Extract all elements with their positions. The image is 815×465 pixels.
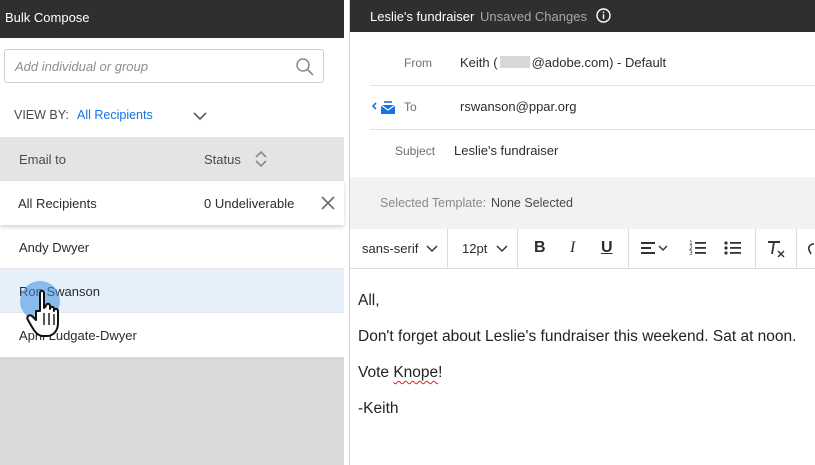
all-recipients-row[interactable]: All Recipients 0 Undeliverable <box>0 181 344 225</box>
message-body-editor[interactable]: All, Don't forget about Leslie's fundrai… <box>350 270 815 465</box>
underline-button[interactable]: U <box>601 239 613 257</box>
font-family-select[interactable]: sans-serif <box>350 229 445 269</box>
template-label: Selected Template: <box>380 196 487 210</box>
search-input[interactable]: Add individual or group <box>4 49 324 83</box>
font-size-select[interactable]: 12pt <box>448 229 516 269</box>
misspelled-word: Knope <box>393 364 439 381</box>
recipient-panel: Bulk Compose Add individual or group VIE… <box>0 0 344 465</box>
subject-label: Subject <box>395 144 436 158</box>
email-to-icon[interactable] <box>370 98 398 116</box>
sort-icon[interactable] <box>254 149 268 169</box>
view-by-dropdown[interactable]: All Recipients <box>77 108 153 122</box>
info-icon[interactable] <box>596 8 611 23</box>
to-value: rswanson@ppar.org <box>460 99 577 114</box>
unsaved-status: Unsaved Changes <box>480 9 587 24</box>
from-value: Keith (@adobe.com) - Default <box>460 55 667 70</box>
search-placeholder: Add individual or group <box>15 59 148 74</box>
chevron-down-icon[interactable] <box>192 110 208 122</box>
compose-header: Leslie's fundraiser Unsaved Changes <box>350 0 815 32</box>
body-line: Don't forget about Leslie's fundraiser t… <box>358 328 797 345</box>
view-by-label: VIEW BY: <box>14 108 69 122</box>
bold-button[interactable]: B <box>534 239 546 257</box>
from-label: From <box>404 56 432 70</box>
to-field[interactable]: To rswanson@ppar.org <box>370 86 815 130</box>
column-email-to: Email to <box>19 152 66 167</box>
font-size-value: 12pt <box>462 241 488 256</box>
italic-button[interactable]: I <box>570 239 575 257</box>
panel-title: Bulk Compose <box>0 0 344 38</box>
redacted-block <box>499 56 530 68</box>
table-header: Email to Status <box>0 137 344 181</box>
body-line: Vote Knope! <box>358 364 443 381</box>
bullet-list-icon[interactable] <box>724 239 742 257</box>
subject-value: Leslie's fundraiser <box>454 143 559 158</box>
compose-panel: Leslie's fundraiser Unsaved Changes From… <box>349 0 815 465</box>
to-label: To <box>404 100 417 114</box>
formatting-toolbar: sans-serif 12pt B I U 1 2 3 <box>350 229 815 269</box>
svg-text:3: 3 <box>689 250 693 257</box>
align-left-icon[interactable] <box>641 240 669 258</box>
from-field[interactable]: From Keith (@adobe.com) - Default <box>370 42 815 86</box>
email-title: Leslie's fundraiser <box>370 9 475 24</box>
subject-field[interactable]: Subject Leslie's fundraiser <box>370 130 815 174</box>
template-value: None Selected <box>491 196 574 210</box>
link-icon[interactable] <box>806 240 815 258</box>
body-line: -Keith <box>358 400 399 417</box>
search-icon[interactable] <box>295 57 315 77</box>
clear-format-icon[interactable] <box>766 239 786 259</box>
body-line: All, <box>358 292 380 309</box>
close-icon[interactable] <box>320 195 336 211</box>
all-recipients-label: All Recipients <box>18 196 97 211</box>
chevron-down-icon <box>426 245 438 253</box>
chevron-down-icon <box>496 245 508 253</box>
recipient-name: Andy Dwyer <box>19 240 90 255</box>
undeliverable-count: 0 Undeliverable <box>204 196 295 211</box>
recipient-row[interactable]: Andy Dwyer <box>0 225 344 269</box>
numbered-list-icon[interactable]: 1 2 3 <box>689 239 707 257</box>
template-selector[interactable]: Selected Template: None Selected <box>350 177 815 229</box>
font-family-value: sans-serif <box>362 241 419 256</box>
column-status[interactable]: Status <box>204 152 241 167</box>
hand-cursor-icon <box>20 281 60 337</box>
